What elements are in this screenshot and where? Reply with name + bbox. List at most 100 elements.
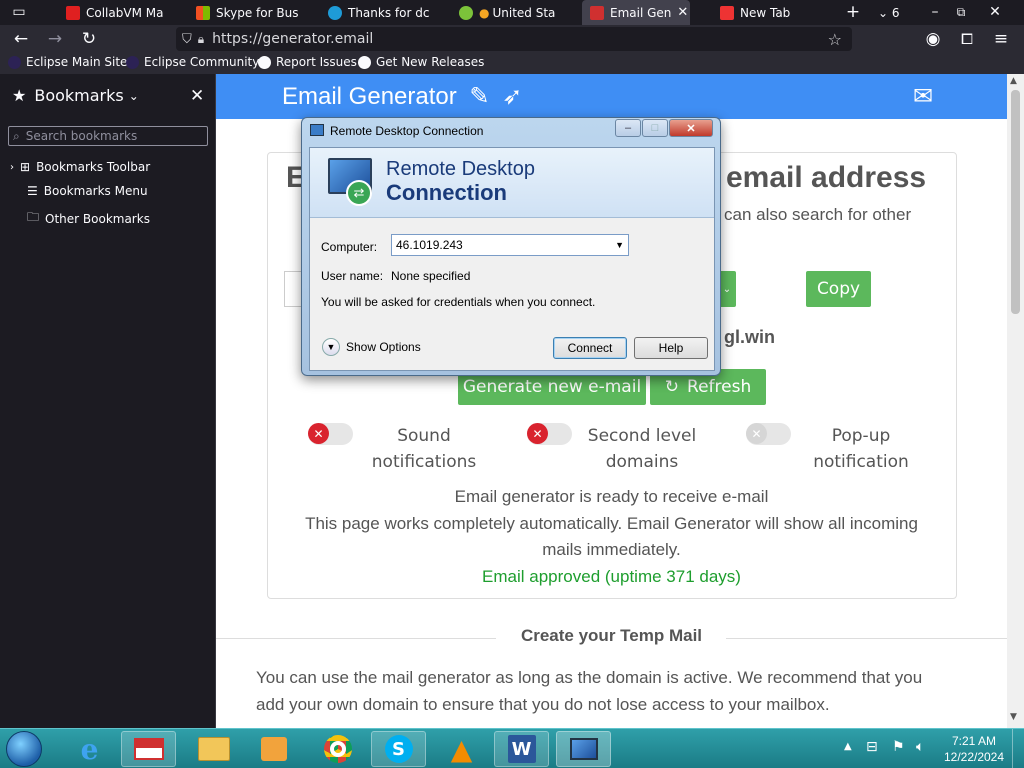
chevron-down-icon: ⌄ — [878, 5, 889, 20]
scrollbar-thumb[interactable] — [1011, 90, 1020, 314]
scroll-down-icon[interactable]: ▼ — [1010, 712, 1017, 722]
copy-button[interactable]: Copy — [806, 271, 871, 307]
rdc-app-icon — [310, 124, 324, 136]
tab-collabvm[interactable]: CollabVM Ma — [66, 0, 191, 25]
gmail-icon[interactable] — [121, 731, 176, 767]
start-button[interactable] — [6, 731, 42, 767]
site-brand[interactable]: Email Generator ✎ ➶ — [282, 82, 522, 111]
connect-button[interactable]: Connect — [553, 337, 627, 359]
remote-desktop-dialog: Remote Desktop Connection – □ ✕ ⇄ Remote… — [301, 117, 721, 376]
restore-icon[interactable]: ⧉ — [950, 1, 972, 23]
tab-strip: ▭ CollabVM Ma Skype for Bus Thanks for d… — [0, 0, 1024, 25]
bookmark-star-icon[interactable]: ☆ — [828, 30, 842, 49]
search-icon: ⌕ — [13, 128, 20, 143]
word-icon[interactable]: W — [494, 731, 549, 767]
eclipse-icon — [126, 55, 139, 69]
popup-notification-toggle[interactable]: ✕ — [746, 423, 791, 445]
bookmark-eclipse-main[interactable]: Eclipse Main Site — [8, 55, 127, 69]
section-title: Create your Temp Mail — [520, 626, 703, 645]
network-icon[interactable]: ⊟ — [866, 739, 878, 755]
paragraph-line2: add your own domain to ensure that you d… — [256, 695, 830, 714]
tab-thanks[interactable]: Thanks for dc — [328, 0, 453, 25]
sidebar-item-bookmarks-toolbar[interactable]: › ⊞ Bookmarks Toolbar — [10, 160, 150, 174]
banner-title-line2: Connection — [386, 180, 507, 205]
computer-select[interactable]: 46.1019.243 ▼ — [391, 234, 629, 256]
sidebar-item-bookmarks-menu[interactable]: ☰ Bookmarks Menu — [27, 184, 148, 198]
eclipse-icon — [8, 55, 21, 69]
close-window-icon[interactable]: ✕ — [984, 1, 1006, 23]
navigation-bar: ← → ↻ ⛉ 🔒︎ https://generator.email ☆ ◉ ⧠… — [0, 25, 1024, 52]
tab-count-dropdown[interactable]: ⌄ 6 — [878, 0, 908, 25]
approved-text: Email approved (uptime 371 days) — [482, 567, 741, 586]
site-header: Email Generator ✎ ➶ ✉ — [216, 74, 1007, 119]
page-scrollbar[interactable]: ▲ ▼ — [1007, 74, 1024, 728]
bookmark-eclipse-community[interactable]: Eclipse Community — [126, 55, 259, 69]
feather-icon: ✎ — [469, 83, 490, 110]
skype-icon — [328, 5, 342, 20]
tab-new-tab[interactable]: New Tab — [720, 0, 830, 25]
tab-list-icon[interactable]: ▭ — [8, 1, 30, 23]
close-tab-icon[interactable]: ✕ — [677, 5, 688, 20]
username-value: None specified — [391, 269, 471, 283]
dropdown-arrow-icon[interactable]: ▼ — [615, 240, 624, 250]
show-options-toggle[interactable]: ▼ Show Options — [322, 338, 421, 356]
shield-icon: ⛉ — [182, 31, 192, 47]
paragraph-line1: You can use the mail generator as long a… — [256, 668, 923, 687]
folder-icon: 🗀 — [27, 210, 40, 224]
sidebar-header[interactable]: ★ Bookmarks ⌄ — [12, 86, 139, 105]
refresh-icon: ↻ — [664, 377, 680, 397]
close-icon[interactable]: ✕ — [669, 119, 713, 137]
bookmark-report-issues[interactable]: Report Issues — [258, 55, 357, 69]
scroll-up-icon[interactable]: ▲ — [1010, 76, 1017, 86]
media-player-icon[interactable] — [246, 731, 301, 767]
chevron-down-icon: ⌄ — [128, 88, 139, 103]
file-explorer-icon[interactable] — [186, 731, 241, 767]
github-icon — [358, 55, 371, 69]
volume-muted-icon[interactable]: 🔈︎ — [916, 739, 924, 755]
tab-email-generator[interactable]: Email Gen ✕ — [582, 0, 690, 25]
minimize-icon[interactable]: – — [924, 1, 946, 23]
site-icon — [459, 5, 473, 20]
rocket-icon: ➶ — [502, 83, 523, 110]
bookmark-get-new-releases[interactable]: Get New Releases — [358, 55, 484, 69]
dialog-body: ⇄ Remote Desktop Connection Computer: 46… — [309, 147, 715, 371]
internet-explorer-icon[interactable]: e — [62, 731, 117, 767]
status-text: Email generator is ready to receive e-ma… — [454, 487, 769, 506]
url-bar[interactable]: ⛉ 🔒︎ https://generator.email ☆ — [176, 27, 852, 51]
skype-icon[interactable]: S — [371, 731, 426, 767]
help-button[interactable]: Help — [634, 337, 708, 359]
email-generator-icon — [590, 5, 604, 20]
remote-desktop-icon[interactable] — [556, 731, 611, 767]
x-icon: ✕ — [308, 423, 329, 444]
clock[interactable]: 7:21 AM 12/22/2024 — [940, 733, 1008, 765]
x-icon: ✕ — [746, 423, 767, 444]
bookmarks-bar: Eclipse Main Site Eclipse Community Repo… — [0, 52, 1024, 74]
back-arrow-icon[interactable]: ← — [10, 28, 32, 50]
forward-arrow-icon[interactable]: → — [44, 28, 66, 50]
new-tab-button[interactable]: + — [842, 1, 864, 23]
sound-notifications-toggle[interactable]: ✕ — [308, 423, 353, 445]
banner-title-line1: Remote Desktop — [386, 158, 535, 180]
close-sidebar-icon[interactable]: ✕ — [190, 86, 204, 106]
menu-icon[interactable]: ≡ — [990, 28, 1012, 50]
reload-icon[interactable]: ↻ — [78, 28, 100, 50]
show-desktop-button[interactable] — [1012, 729, 1024, 768]
card-subheading: can also search for other — [724, 205, 912, 224]
notification-dot-icon: ● — [479, 5, 490, 20]
account-icon[interactable]: ◉ — [922, 28, 944, 50]
search-bookmarks-input[interactable]: ⌕ Search bookmarks — [8, 126, 208, 146]
extensions-icon[interactable]: ⧠ — [956, 28, 978, 50]
minimize-icon[interactable]: – — [615, 119, 641, 137]
vlc-icon[interactable]: ▲ — [434, 731, 489, 767]
chrome-icon[interactable] — [310, 731, 365, 767]
tab-united-states[interactable]: ● United Sta — [459, 0, 577, 25]
second-level-domains-toggle[interactable]: ✕ — [527, 423, 572, 445]
credentials-note: You will be asked for credentials when y… — [321, 295, 596, 309]
action-center-flag-icon[interactable]: ⚑ — [892, 739, 905, 755]
dialog-title: Remote Desktop Connection — [330, 124, 484, 138]
envelope-icon[interactable]: ✉ — [913, 82, 933, 110]
tab-skype[interactable]: Skype for Bus — [196, 0, 321, 25]
show-hidden-icons-icon[interactable]: ▲ — [844, 741, 852, 752]
popup-notification-label: Pop-up notification — [813, 426, 909, 472]
sidebar-item-other-bookmarks[interactable]: 🗀 Other Bookmarks — [27, 208, 150, 229]
